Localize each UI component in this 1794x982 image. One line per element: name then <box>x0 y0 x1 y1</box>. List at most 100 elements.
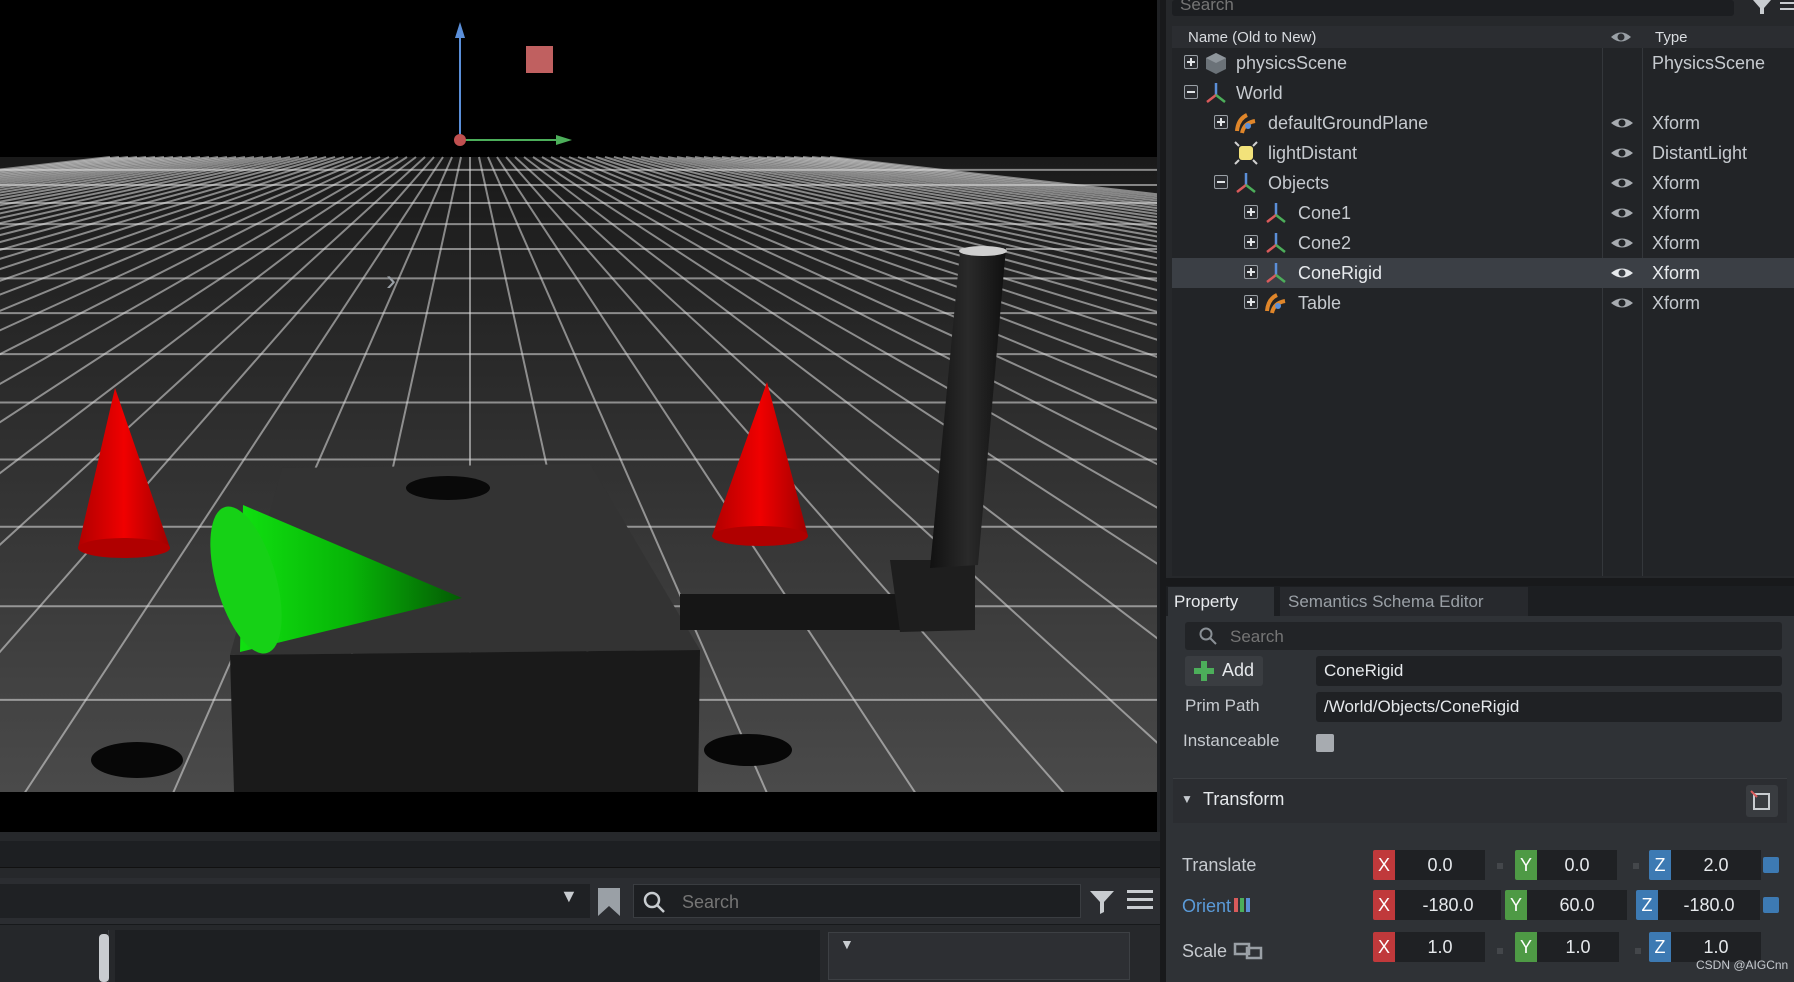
console-scrollbar[interactable] <box>99 934 109 982</box>
row-label: Objects <box>1268 173 1330 193</box>
chevron-down-icon[interactable]: ▼ <box>840 936 854 952</box>
tab-property[interactable]: Property <box>1168 587 1274 616</box>
prim-path-label: Prim Path <box>1185 696 1260 715</box>
row-type: Xform <box>1652 203 1701 223</box>
keyframe-icon[interactable] <box>1763 857 1779 873</box>
light-icon <box>1234 141 1258 165</box>
row-label: World <box>1236 83 1283 103</box>
log-filter-dropdown[interactable] <box>0 884 590 918</box>
scale-y-field[interactable]: 1.0 <box>1537 932 1619 962</box>
expand-icon[interactable] <box>1244 265 1258 279</box>
row-type: Xform <box>1652 293 1701 313</box>
tree-row-lightdistant[interactable]: lightDistant DistantLight <box>1172 138 1794 168</box>
xform-icon <box>1236 173 1256 193</box>
stage-search-input[interactable] <box>1178 0 1382 16</box>
filter-icon[interactable] <box>1752 0 1772 14</box>
tab-semantics-schema-editor[interactable]: Semantics Schema Editor <box>1280 587 1528 616</box>
console-detail-dropdown[interactable] <box>828 932 1130 980</box>
collapse-icon[interactable] <box>1214 175 1228 189</box>
orient-z-field[interactable]: -180.0 <box>1658 890 1760 920</box>
tree-row-table[interactable]: Table Xform <box>1172 288 1794 318</box>
console-tab-bar <box>0 841 1160 868</box>
chevron-right-icon[interactable]: › <box>386 266 412 296</box>
eye-icon[interactable] <box>1610 265 1634 281</box>
tree-row-cone1[interactable]: Cone1 Xform <box>1172 198 1794 228</box>
scene-render[interactable] <box>0 0 1157 832</box>
filter-icon[interactable] <box>1088 888 1116 916</box>
tree-row-objects[interactable]: Objects Xform <box>1172 168 1794 198</box>
column-header-name[interactable]: Name (Old to New) <box>1188 29 1316 46</box>
translate-y-field[interactable]: 0.0 <box>1537 850 1617 880</box>
separator-dot <box>1497 863 1503 869</box>
collapse-icon[interactable] <box>1184 85 1198 99</box>
instanceable-label: Instanceable <box>1183 731 1280 750</box>
prim-name-field[interactable] <box>1316 656 1782 686</box>
row-type: Xform <box>1652 113 1701 133</box>
column-header-type[interactable]: Type <box>1655 29 1688 46</box>
translate-label: Translate <box>1182 855 1257 875</box>
row-type: PhysicsScene <box>1652 53 1766 73</box>
expand-icon[interactable] <box>1244 235 1258 249</box>
row-type: Xform <box>1652 263 1701 283</box>
ground-plane-icon <box>1235 113 1256 134</box>
row-label: ConeRigid <box>1298 263 1383 283</box>
axis-z-badge: Z <box>1649 932 1671 962</box>
expand-icon[interactable] <box>1244 205 1258 219</box>
eye-icon[interactable] <box>1610 145 1634 161</box>
chevron-down-icon[interactable]: ▼ <box>1181 792 1193 806</box>
console-search-input[interactable] <box>680 888 1064 916</box>
expand-icon[interactable] <box>1244 295 1258 309</box>
link-scale-icon[interactable] <box>1233 940 1263 962</box>
row-label: Cone1 <box>1298 203 1352 223</box>
scale-label: Scale <box>1182 941 1228 961</box>
separator-dot <box>1635 948 1641 954</box>
row-type: Xform <box>1652 233 1701 253</box>
tree-row-cone2[interactable]: Cone2 Xform <box>1172 228 1794 258</box>
tree-row-world[interactable]: World <box>1172 78 1794 108</box>
tree-row-conerigid[interactable]: ConeRigid Xform <box>1172 258 1794 288</box>
expand-icon[interactable] <box>1184 55 1198 69</box>
axis-y-badge: Y <box>1515 932 1537 962</box>
property-search-input[interactable] <box>1228 624 1532 650</box>
eye-icon[interactable] <box>1610 175 1634 191</box>
row-type: Xform <box>1652 173 1701 193</box>
eye-icon[interactable] <box>1610 205 1634 221</box>
console-log-area[interactable] <box>115 930 820 982</box>
prim-path-field[interactable] <box>1316 692 1782 722</box>
scale-x-field[interactable]: 1.0 <box>1395 932 1485 962</box>
separator-dot <box>1497 948 1503 954</box>
eye-icon[interactable] <box>1610 115 1634 131</box>
chevron-down-icon[interactable]: ▼ <box>560 886 578 907</box>
rotation-mode-icon[interactable] <box>1233 896 1251 914</box>
orient-y-field[interactable]: 60.0 <box>1527 890 1627 920</box>
axis-y-badge: Y <box>1515 850 1537 880</box>
add-button-label: Add <box>1222 660 1255 680</box>
tree-row-defaultgroundplane[interactable]: defaultGroundPlane Xform <box>1172 108 1794 138</box>
translate-z-field[interactable]: 2.0 <box>1671 850 1761 880</box>
viewport[interactable]: › <box>0 0 1157 832</box>
axis-x-badge: X <box>1373 932 1395 962</box>
transform-title: Transform <box>1203 789 1285 809</box>
search-icon <box>643 891 665 913</box>
menu-icon[interactable] <box>1780 0 1794 14</box>
eye-icon[interactable] <box>1610 29 1632 45</box>
panel-splitter[interactable] <box>1166 578 1794 586</box>
tree-row-physicsscene[interactable]: physicsScene PhysicsScene <box>1172 48 1794 78</box>
row-label: Cone2 <box>1298 233 1352 253</box>
orient-x-field[interactable]: -180.0 <box>1395 890 1501 920</box>
separator-dot <box>1633 863 1639 869</box>
translate-x-field[interactable]: 0.0 <box>1395 850 1485 880</box>
instanceable-checkbox[interactable] <box>1316 734 1334 752</box>
eye-icon[interactable] <box>1610 235 1634 251</box>
xform-icon <box>1206 83 1226 103</box>
axis-x-badge: X <box>1373 890 1395 920</box>
bookmark-icon[interactable] <box>598 888 620 916</box>
keyframe-icon[interactable] <box>1763 897 1779 913</box>
eye-icon[interactable] <box>1610 295 1634 311</box>
axis-x-badge: X <box>1373 850 1395 880</box>
menu-icon[interactable] <box>1127 888 1153 912</box>
expand-icon[interactable] <box>1214 115 1228 129</box>
orient-label[interactable]: Orient <box>1182 896 1231 917</box>
transform-ops-icon[interactable] <box>1746 785 1778 817</box>
console-log-level-column <box>0 930 109 982</box>
